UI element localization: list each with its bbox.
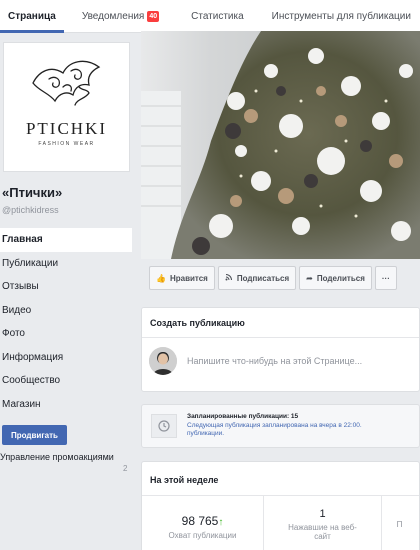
nav-item-community[interactable]: Сообщество xyxy=(0,369,132,393)
like-label: Нравится xyxy=(169,273,208,283)
nav-item-about[interactable]: Информация xyxy=(0,346,132,370)
stat-third[interactable]: П xyxy=(382,496,417,550)
follow-button[interactable]: Подписаться xyxy=(217,266,297,290)
share-button[interactable]: ➦ Поделиться xyxy=(299,266,372,290)
page-title[interactable]: «Птички» xyxy=(2,185,62,200)
stat-clicks-label: Нажавшие на веб-сайт xyxy=(288,523,357,541)
nav-item-shop[interactable]: Магазин xyxy=(0,393,132,417)
notifications-badge: 40 xyxy=(147,10,160,22)
stat-website-clicks[interactable]: 1 Нажавшие на веб-сайт xyxy=(264,496,382,550)
manage-promotions-link[interactable]: Управление промоакциями xyxy=(0,452,114,462)
tab-notifications[interactable]: Уведомления 40 xyxy=(74,0,167,32)
create-post-title: Создать публикацию xyxy=(150,318,245,328)
cover-photo[interactable] xyxy=(141,31,420,259)
manage-promotions-count: 2 xyxy=(123,464,128,473)
avatar xyxy=(149,347,177,375)
nav-item-reviews[interactable]: Отзывы xyxy=(0,275,132,299)
profile-picture[interactable]: PTICHKI FASHION WEAR xyxy=(3,42,130,172)
scheduled-posts-next: Следующая публикация запланирована на вч… xyxy=(187,421,362,429)
promote-button[interactable]: Продвигать xyxy=(2,425,67,445)
this-week-title: На этой неделе xyxy=(150,475,219,485)
nav-item-home[interactable]: Главная xyxy=(0,228,132,252)
trend-up-icon: ↑ xyxy=(218,517,224,528)
left-navigation: Главная Публикации Отзывы Видео Фото Инф… xyxy=(0,228,132,416)
create-post-card: Создать публикацию Напишите что-нибудь н… xyxy=(141,307,420,392)
christmas-tree-image xyxy=(141,31,420,259)
top-tab-bar: Страница Уведомления 40 Статистика Инстр… xyxy=(0,0,420,33)
more-options-button[interactable]: ··· xyxy=(374,266,397,290)
share-arrow-icon: ➦ xyxy=(306,273,313,283)
tab-publishing-tools-label: Инструменты для публикации xyxy=(271,10,411,22)
clock-icon xyxy=(151,414,177,438)
tab-publishing-tools[interactable]: Инструменты для публикации xyxy=(264,0,419,32)
tab-statistics-label: Статистика xyxy=(191,10,244,22)
stat-reach-label: Охват публикации xyxy=(168,531,237,540)
create-post-input[interactable]: Напишите что-нибудь на этой Странице... xyxy=(187,356,362,366)
scheduled-posts-card[interactable]: Запланированные публикации: 15 Следующая… xyxy=(141,404,420,448)
scheduled-posts-title: Запланированные публикации: 15 xyxy=(187,413,299,421)
nav-item-posts[interactable]: Публикации xyxy=(0,252,132,276)
page-handle[interactable]: @ptichkidress xyxy=(2,205,59,215)
nav-item-photos[interactable]: Фото xyxy=(0,322,132,346)
share-label: Поделиться xyxy=(316,273,365,283)
scheduled-posts-link[interactable]: публикации. xyxy=(187,430,362,439)
brand-logo-subtitle: FASHION WEAR xyxy=(38,141,95,147)
brand-logo-text: PTICHKI xyxy=(25,119,108,138)
tab-page[interactable]: Страница xyxy=(0,0,64,33)
rss-icon xyxy=(225,273,233,283)
stat-clicks-value: 1 xyxy=(319,508,326,520)
stat-reach-value: 98 765 xyxy=(181,514,219,528)
tab-statistics[interactable]: Статистика xyxy=(183,0,252,32)
stat-third-label: П xyxy=(396,520,403,529)
tab-notifications-label: Уведомления xyxy=(81,10,145,22)
like-button[interactable]: 👍 Нравится xyxy=(149,266,215,290)
stat-post-reach[interactable]: 98 765↑ Охват публикации xyxy=(142,496,264,550)
bird-logo-icon xyxy=(31,60,100,106)
this-week-card: На этой неделе 98 765↑ Охват публикации … xyxy=(141,461,420,550)
follow-label: Подписаться xyxy=(236,273,290,283)
scheduled-posts-text: Запланированные публикации: 15 Следующая… xyxy=(187,413,362,439)
tab-page-label: Страница xyxy=(8,10,56,22)
page-action-bar: 👍 Нравится Подписаться ➦ Поделиться ··· xyxy=(141,266,420,290)
nav-item-videos[interactable]: Видео xyxy=(0,299,132,323)
thumbs-up-icon: 👍 xyxy=(156,273,166,283)
